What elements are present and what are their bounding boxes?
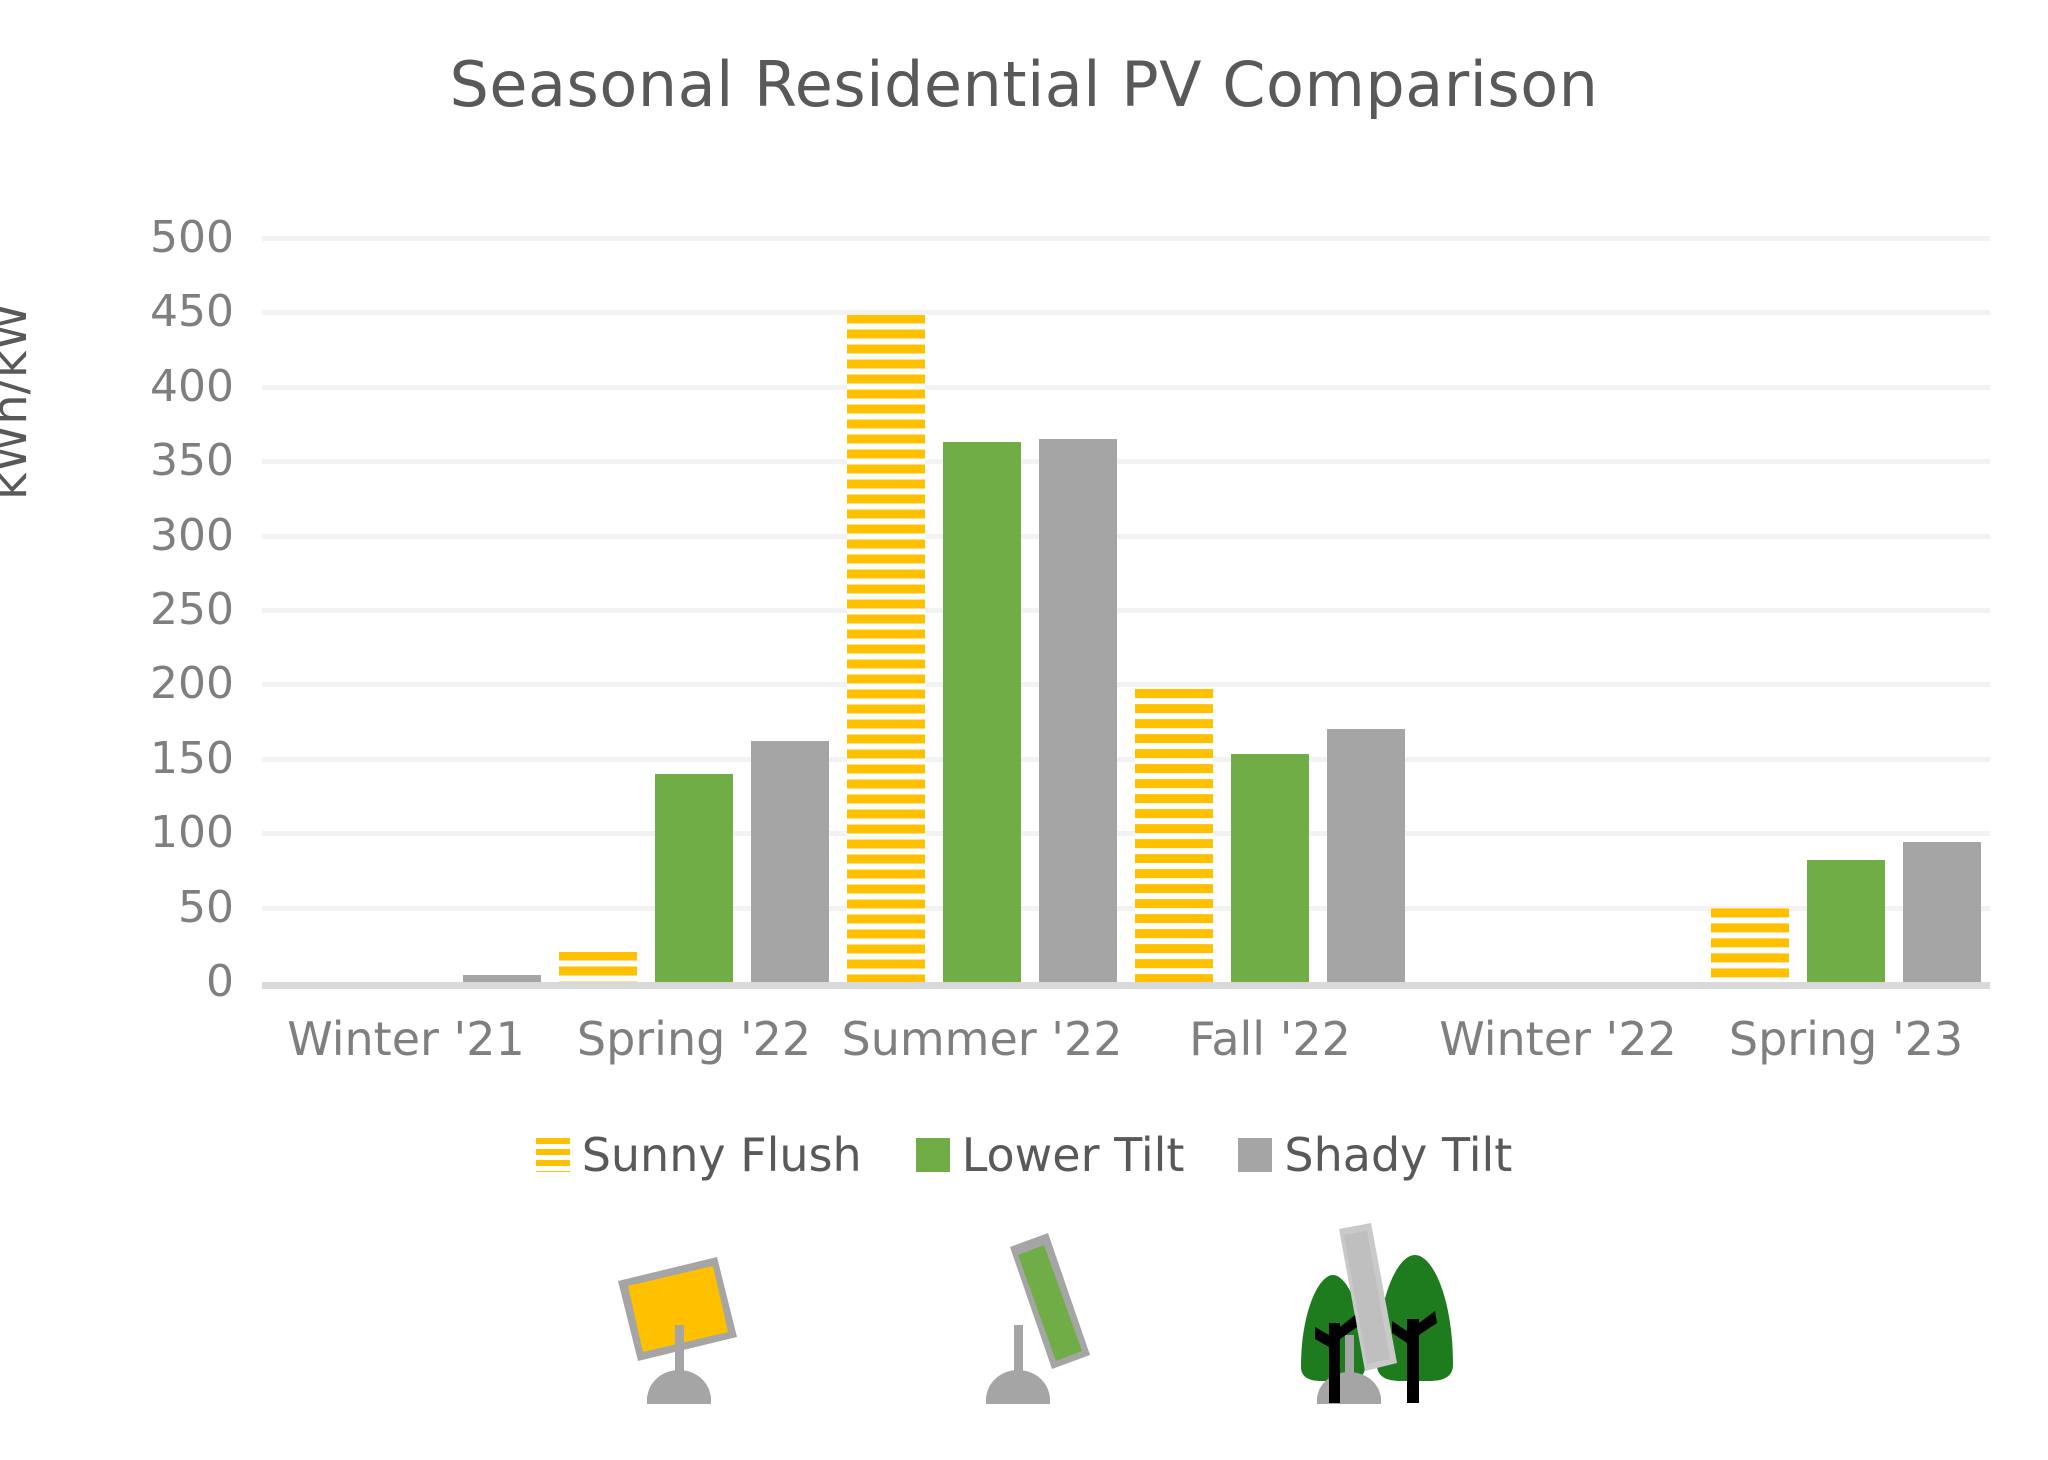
legend-swatch-icon [915,1138,950,1172]
x-axis-tick-label: Winter '22 [1439,1012,1677,1066]
lower-tilt-panel-illustration [986,1233,1090,1404]
bar[interactable] [847,315,925,982]
y-axis-tick-label: 400 [150,360,234,412]
bar-group [550,238,838,982]
plot-area [262,236,1990,989]
bar-group-bars [1126,238,1414,982]
y-axis-tick-label: 100 [150,807,234,859]
bar-chart: Seasonal Residential PV Comparison kWh/k… [0,0,2048,1460]
bar[interactable] [1135,688,1213,982]
legend-item[interactable]: Sunny Flush [535,1128,862,1182]
y-axis-tick-label: 450 [150,286,234,338]
y-axis-tick-label: 150 [150,732,234,784]
y-axis-tick-label: 500 [150,212,234,263]
x-axis-tick-label: Spring '22 [576,1012,812,1066]
bar[interactable] [1327,729,1405,982]
legend-label: Shady Tilt [1284,1128,1513,1182]
bar-group [1414,238,1702,982]
bar[interactable] [943,441,1021,982]
bar-group-bars [1702,238,1990,982]
y-axis-tick-label: 300 [150,509,234,561]
bar-group [1126,238,1414,982]
x-axis-tick-label: Spring '23 [1728,1012,1964,1066]
legend-label: Lower Tilt [961,1128,1185,1182]
legend-item[interactable]: Lower Tilt [915,1128,1185,1182]
y-axis-title: kWh/kW [0,302,38,500]
bar-group [1702,238,1990,982]
legend-label: Sunny Flush [581,1128,862,1182]
bar[interactable] [1903,842,1981,982]
bar[interactable] [751,740,829,982]
bar-group-bars [838,238,1126,982]
legend-swatch-icon [535,1138,570,1172]
bar[interactable] [1807,859,1885,982]
bar[interactable] [1231,754,1309,982]
bar[interactable] [463,974,541,982]
bar-group [262,238,550,982]
bar-group [838,238,1126,982]
bar[interactable] [1039,438,1117,982]
x-axis-tick-label: Fall '22 [1189,1012,1351,1066]
bar[interactable] [1711,907,1789,982]
y-axis-tick-label: 50 [178,881,234,933]
chart-title: Seasonal Residential PV Comparison [449,48,1599,121]
illustration-row [0,1215,2048,1460]
legend-item[interactable]: Shady Tilt [1238,1128,1512,1182]
y-axis-tick-label: 0 [206,956,234,1007]
sunny-flush-panel-illustration [618,1257,737,1404]
chart-legend: Sunny Flush Lower Tilt Shady Tilt [0,1128,2048,1182]
axis-baseline [262,982,1990,989]
bar-group-bars [550,238,838,982]
bar-group-bars [1414,238,1702,982]
legend-swatch-icon [1238,1138,1273,1172]
y-axis-tick-label: 250 [150,584,234,635]
bar[interactable] [655,773,733,982]
x-axis-tick-label: Winter '21 [287,1012,525,1066]
bar-group-bars [262,238,550,982]
y-axis-tick-label: 200 [150,658,234,710]
y-axis-tick-label: 350 [150,435,234,487]
bar[interactable] [559,952,637,982]
x-axis-tick-label: Summer '22 [841,1012,1123,1066]
shady-tilt-panel-illustration [1301,1223,1453,1404]
